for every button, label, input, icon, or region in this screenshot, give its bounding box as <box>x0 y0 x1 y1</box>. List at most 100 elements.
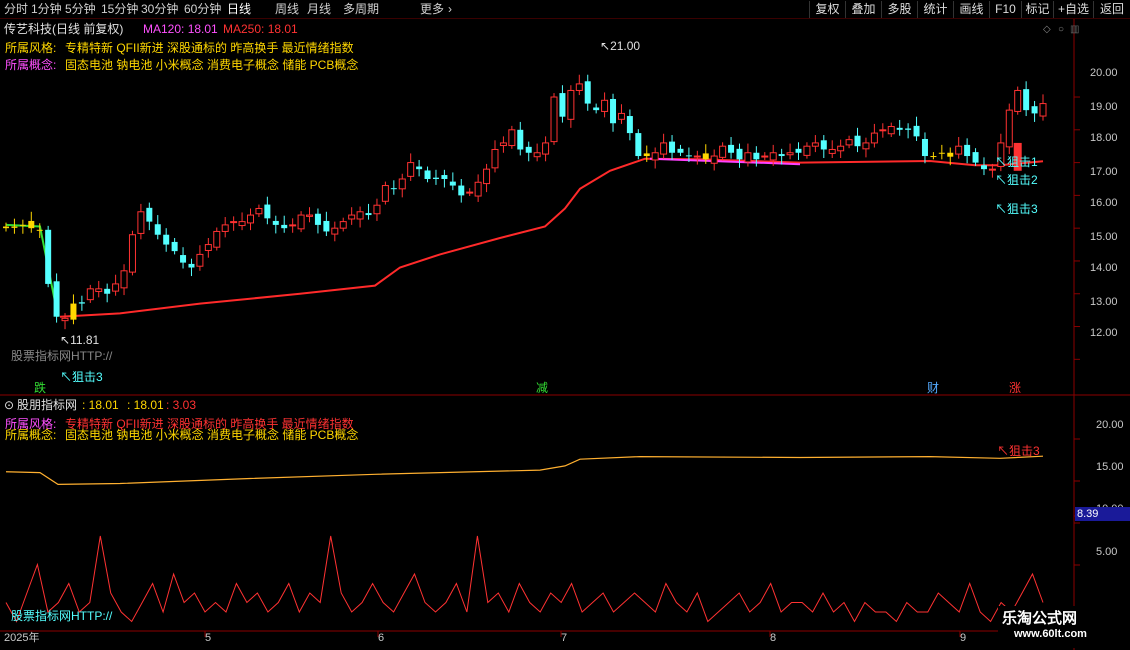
date-tick: 8 <box>770 632 777 644</box>
candle-body <box>702 153 709 160</box>
concept-value: 固态电池 钠电池 小米概念 消费电子概念 储能 PCB概念 <box>65 58 359 72</box>
candle-body <box>845 139 853 146</box>
high-annotation: ↖21.00 <box>600 39 641 53</box>
period-tab-8[interactable]: 月线 <box>307 2 331 17</box>
candles <box>3 74 1047 330</box>
candle-body <box>635 133 642 157</box>
ma250-line <box>59 157 1044 318</box>
candle-body <box>525 146 532 153</box>
toolbar-button-3[interactable]: 统计 <box>917 1 953 18</box>
candle-body <box>120 270 128 289</box>
candle-body <box>550 96 558 143</box>
candle-body <box>255 208 263 215</box>
period-tab-2[interactable]: 5分钟 <box>65 2 96 17</box>
candle-body <box>542 142 550 155</box>
period-tab-4[interactable]: 30分钟 <box>141 2 178 17</box>
period-tab-0[interactable]: 分时 <box>4 2 28 17</box>
style-value: 专精特新 QFII新进 深股通标的 昨高换手 最近情绪指数 <box>65 41 354 55</box>
candle-body <box>474 181 482 197</box>
toolbar-button-7[interactable]: +自选 <box>1053 1 1093 18</box>
candle-body <box>643 153 650 157</box>
event-reduce[interactable]: 减 <box>536 381 548 395</box>
expand-icon[interactable]: ▥ <box>1070 25 1079 35</box>
candle-body <box>651 152 659 161</box>
toolbar-button-2[interactable]: 多股 <box>881 1 917 18</box>
candle-body <box>879 129 887 132</box>
main-watermark: 股票指标网HTTP:// <box>11 349 113 363</box>
volatility-line <box>5 535 1044 623</box>
candle-body <box>601 99 609 112</box>
date-tick: 6 <box>378 632 385 644</box>
signal-2: ↖狙击2 <box>995 173 1038 187</box>
candle-body <box>728 144 735 153</box>
candle-body <box>407 162 415 177</box>
date-tick: 5 <box>205 632 212 644</box>
candle-body <box>3 226 9 229</box>
more-chevron-icon[interactable]: › <box>448 2 452 17</box>
candle-body <box>610 98 617 124</box>
candle-body <box>398 178 406 190</box>
period-tab-5[interactable]: 60分钟 <box>184 2 221 17</box>
indicator-name[interactable]: 股朋指标网 <box>17 398 77 412</box>
candle-body <box>769 152 777 161</box>
candle-body <box>491 148 499 169</box>
site-watermark: 乐淘公式网 www.60lt.com <box>998 606 1126 648</box>
candle-body <box>348 214 356 220</box>
candle-body <box>905 128 912 130</box>
candle-body <box>238 221 246 227</box>
toolbar-button-4[interactable]: 画线 <box>953 1 989 18</box>
candle-body <box>281 224 288 229</box>
candle-body <box>246 214 254 224</box>
candle-body <box>972 152 979 163</box>
candle-body <box>947 152 954 157</box>
candle-body <box>466 191 474 194</box>
candle-body <box>204 244 212 251</box>
period-tab-10[interactable]: 更多 <box>420 2 444 17</box>
toolbar-button-0[interactable]: 复权 <box>809 1 845 18</box>
toolbar-button-5[interactable]: F10 <box>989 1 1021 18</box>
candle-body <box>517 129 524 150</box>
candle-body <box>617 112 625 120</box>
indicator-value-2: : 18.01 <box>127 398 164 412</box>
stock-title[interactable]: 传艺科技(日线 前复权) <box>4 22 123 36</box>
period-tab-3[interactable]: 15分钟 <box>101 2 138 17</box>
candle-body <box>593 107 600 111</box>
toolbar-button-1[interactable]: 叠加 <box>845 1 881 18</box>
event-drop[interactable]: 跌 <box>34 381 46 395</box>
signal-3: ↖狙击3 <box>995 202 1038 216</box>
price-tick: 15.00 <box>1090 231 1118 243</box>
candle-body <box>171 241 178 252</box>
period-tab-1[interactable]: 1分钟 <box>31 2 62 17</box>
candle-body <box>390 188 397 190</box>
period-tab-6[interactable]: 日线 <box>227 2 251 17</box>
candle-body <box>196 253 204 267</box>
candle-body <box>356 211 364 220</box>
candle-body <box>1014 89 1022 112</box>
concept-label: 所属概念: <box>5 58 57 72</box>
candle-body <box>11 226 18 228</box>
toolbar-button-6[interactable]: 标记 <box>1021 1 1053 18</box>
candle-body <box>264 204 271 219</box>
candle-body <box>28 220 35 229</box>
candle-body <box>128 234 136 273</box>
price-tick: 19.00 <box>1090 101 1118 113</box>
candle-body <box>180 255 187 263</box>
candle-body <box>508 129 516 147</box>
settings-icon[interactable]: ○ <box>1058 25 1064 35</box>
toolbar-button-8[interactable]: 返回 <box>1093 1 1130 18</box>
candle-body <box>837 145 845 152</box>
period-tab-7[interactable]: 周线 <box>275 2 299 17</box>
sub-settings-icon[interactable]: ⊙ <box>4 398 14 412</box>
period-tab-9[interactable]: 多周期 <box>343 2 379 17</box>
diamond-icon[interactable]: ◇ <box>1043 25 1051 35</box>
candle-body <box>626 116 633 134</box>
sub-tick: 5.00 <box>1096 546 1118 558</box>
event-rise[interactable]: 涨 <box>1009 381 1021 395</box>
candle-body <box>1031 106 1038 114</box>
candle-body <box>70 303 77 320</box>
event-finance[interactable]: 财 <box>927 381 939 395</box>
ma250-label: MA250: 18.01 <box>223 22 298 36</box>
candle-body <box>753 152 760 160</box>
signal-1: ↖狙击1 <box>995 155 1038 169</box>
candle-body <box>803 145 811 156</box>
